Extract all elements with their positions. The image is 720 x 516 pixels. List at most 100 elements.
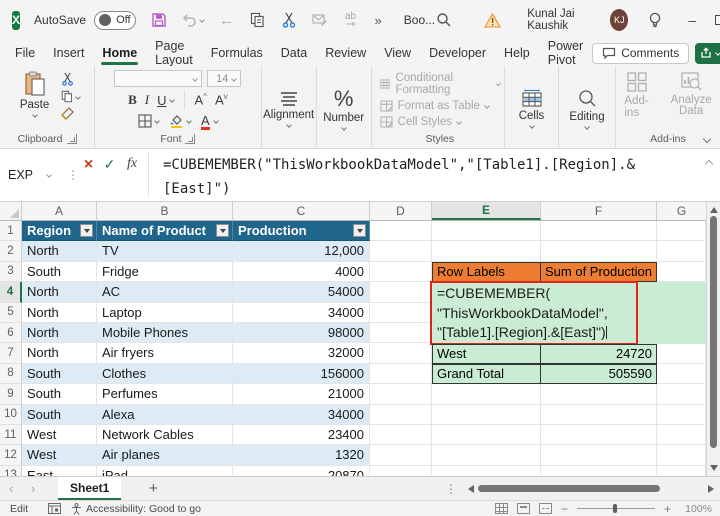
search-icon[interactable] bbox=[435, 12, 453, 28]
font-dialog-launcher[interactable] bbox=[185, 134, 195, 144]
cut-icon[interactable] bbox=[280, 11, 298, 29]
cell[interactable] bbox=[541, 445, 657, 465]
cell-product[interactable]: Alexa bbox=[97, 405, 233, 425]
cell[interactable] bbox=[370, 364, 432, 384]
format-as-table-button[interactable]: Format as Table bbox=[380, 100, 489, 112]
tab-home[interactable]: Home bbox=[93, 40, 146, 66]
cell[interactable] bbox=[541, 466, 657, 476]
column-header-a[interactable]: A bbox=[22, 202, 97, 220]
addins-button[interactable]: Add-ins bbox=[618, 70, 654, 120]
filter-icon[interactable] bbox=[216, 224, 229, 237]
cell-production[interactable]: 21000 bbox=[233, 384, 370, 404]
table-header-production[interactable]: Production bbox=[233, 221, 370, 241]
minimize-button[interactable]: – bbox=[678, 0, 706, 40]
row-header-1[interactable]: 1 bbox=[0, 221, 22, 241]
paste-button[interactable]: Paste bbox=[14, 70, 55, 120]
column-header-e[interactable]: E bbox=[432, 202, 541, 220]
cell-product[interactable]: Laptop bbox=[97, 303, 233, 323]
column-header-c[interactable]: C bbox=[233, 202, 370, 220]
cell-product[interactable]: iPad bbox=[97, 466, 233, 476]
normal-view-icon[interactable] bbox=[495, 503, 508, 514]
column-header-g[interactable]: G bbox=[657, 202, 706, 220]
cell[interactable] bbox=[657, 364, 706, 384]
cell-production[interactable]: 156000 bbox=[233, 364, 370, 384]
cell[interactable] bbox=[541, 425, 657, 445]
cell-product[interactable]: Air planes bbox=[97, 445, 233, 465]
pivot-west-value[interactable]: 24720 bbox=[541, 344, 657, 364]
paste-dropdown-icon[interactable] bbox=[32, 112, 38, 118]
cell-product[interactable]: Mobile Phones bbox=[97, 323, 233, 343]
cell[interactable] bbox=[541, 221, 657, 241]
font-size-select[interactable]: 14 bbox=[207, 70, 241, 87]
font-color-button[interactable]: A bbox=[201, 113, 218, 128]
row-header[interactable]: 5 bbox=[0, 303, 22, 323]
tab-insert[interactable]: Insert bbox=[44, 40, 93, 66]
cell[interactable] bbox=[370, 241, 432, 261]
bold-button[interactable]: B bbox=[128, 92, 137, 108]
row-header[interactable]: 9 bbox=[0, 384, 22, 404]
cell-production[interactable]: 98000 bbox=[233, 323, 370, 343]
tab-file[interactable]: File bbox=[6, 40, 44, 66]
email-icon[interactable] bbox=[311, 11, 329, 29]
row-header-selected[interactable]: 4 bbox=[0, 282, 22, 302]
back-arrow-icon[interactable]: ← bbox=[218, 11, 236, 29]
cell[interactable] bbox=[657, 466, 706, 476]
editing-button[interactable]: Editing bbox=[563, 88, 610, 130]
cell-production[interactable]: 34000 bbox=[233, 303, 370, 323]
pivot-west-label[interactable]: West bbox=[432, 344, 541, 364]
replace-icon[interactable]: ab bbox=[342, 11, 360, 29]
conditional-formatting-button[interactable]: Conditional Formatting bbox=[380, 72, 500, 96]
cell[interactable] bbox=[370, 405, 432, 425]
cell[interactable] bbox=[432, 221, 541, 241]
cell-production[interactable]: 32000 bbox=[233, 343, 370, 363]
user-name[interactable]: Kunal Jai Kaushik bbox=[527, 8, 602, 32]
cell-product[interactable]: Perfumes bbox=[97, 384, 233, 404]
enter-icon[interactable]: ✓ bbox=[101, 156, 118, 173]
horizontal-scroll-thumb[interactable] bbox=[478, 485, 660, 492]
prev-sheet-icon[interactable]: ‹ bbox=[0, 481, 22, 496]
cell[interactable] bbox=[657, 405, 706, 425]
grow-font-button[interactable]: A^ bbox=[195, 92, 207, 107]
cell-production[interactable]: 4000 bbox=[233, 262, 370, 282]
number-button[interactable]: % Number bbox=[317, 87, 370, 131]
copy-button[interactable] bbox=[61, 90, 80, 103]
cell-region[interactable]: North bbox=[22, 323, 97, 343]
cell[interactable] bbox=[432, 384, 541, 404]
cell[interactable] bbox=[657, 384, 706, 404]
accessibility-status[interactable]: Accessibility: Good to go bbox=[86, 503, 201, 515]
scroll-left-icon[interactable] bbox=[468, 485, 474, 493]
cell-styles-button[interactable]: Cell Styles bbox=[380, 116, 461, 128]
borders-button[interactable] bbox=[138, 114, 159, 128]
cell-region[interactable]: North bbox=[22, 343, 97, 363]
excel-logo-icon[interactable]: X bbox=[12, 11, 20, 30]
cell[interactable] bbox=[370, 262, 432, 282]
zoom-slider[interactable] bbox=[577, 508, 655, 509]
cell-region[interactable]: West bbox=[22, 445, 97, 465]
cell[interactable] bbox=[657, 445, 706, 465]
cell-region[interactable]: North bbox=[22, 303, 97, 323]
lightbulb-icon[interactable] bbox=[646, 12, 664, 29]
cell-product[interactable]: Clothes bbox=[97, 364, 233, 384]
cell[interactable] bbox=[541, 241, 657, 261]
scroll-up-icon[interactable] bbox=[710, 207, 718, 213]
scroll-right-icon[interactable] bbox=[708, 485, 714, 493]
cell-product[interactable]: TV bbox=[97, 241, 233, 261]
horizontal-scrollbar[interactable] bbox=[465, 477, 720, 500]
formula-bar-grip[interactable]: ⋮ bbox=[66, 149, 80, 201]
cell[interactable] bbox=[657, 425, 706, 445]
sheetbar-options-icon[interactable]: ⋮ bbox=[445, 482, 457, 496]
macro-record-icon[interactable] bbox=[48, 503, 61, 514]
pivot-sum-header-cell[interactable]: Sum of Production bbox=[541, 262, 657, 282]
pivot-row-labels-cell[interactable]: Row Labels bbox=[432, 262, 541, 282]
insert-function-icon[interactable]: fx bbox=[122, 156, 142, 172]
cell[interactable] bbox=[432, 405, 541, 425]
row-header[interactable]: 13 bbox=[0, 466, 22, 476]
cell-region[interactable]: East bbox=[22, 466, 97, 476]
italic-button[interactable]: I bbox=[145, 92, 149, 108]
cell[interactable] bbox=[432, 425, 541, 445]
collapse-formula-bar-icon[interactable] bbox=[698, 149, 720, 201]
cell[interactable] bbox=[370, 445, 432, 465]
cell-region[interactable]: South bbox=[22, 384, 97, 404]
zoom-in-icon[interactable]: + bbox=[664, 502, 671, 516]
sheet-tab-sheet1[interactable]: Sheet1 bbox=[58, 477, 121, 500]
